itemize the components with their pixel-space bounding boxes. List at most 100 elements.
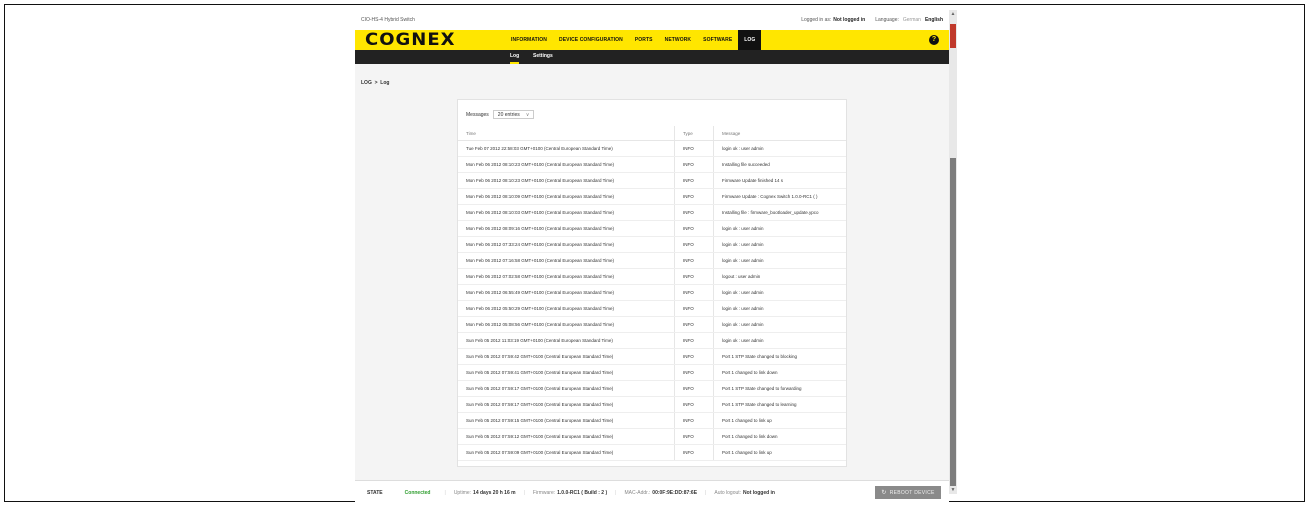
log-message-cell: Port 1 changed to link down bbox=[713, 428, 846, 445]
log-time-cell: Mon Feb 06 2012 08:10:23 GMT+0100 (Centr… bbox=[458, 156, 675, 173]
log-type-cell: INFO bbox=[674, 380, 714, 397]
refresh-icon: ↻ bbox=[881, 490, 887, 496]
reboot-device-button[interactable]: ↻ REBOOT DEVICE bbox=[875, 486, 941, 499]
header-time[interactable]: Time bbox=[458, 126, 675, 141]
mac-value: 00:0F:9E:DD:87:6E bbox=[652, 489, 698, 496]
table-row: Sun Feb 05 2012 07:59:09 GMT+0100 (Centr… bbox=[458, 444, 846, 461]
log-time-cell: Sun Feb 05 2012 07:59:42 GMT+0100 (Centr… bbox=[458, 348, 675, 365]
table-row: Mon Feb 06 2012 07:16:58 GMT+0100 (Centr… bbox=[458, 252, 846, 269]
separator: | bbox=[615, 489, 617, 496]
scroll-up-icon[interactable]: ▲ bbox=[949, 10, 957, 18]
nav-log[interactable]: LOG bbox=[738, 30, 762, 50]
log-message-cell: login ok : user admin bbox=[713, 140, 846, 157]
log-time-cell: Mon Feb 06 2012 08:09:16 GMT+0100 (Centr… bbox=[458, 220, 675, 237]
app-window: CIO-HS-4 Hybrid Switch Logged in as: Not… bbox=[355, 10, 949, 504]
log-panel: Messages 20 entries ∨ Time Type Message … bbox=[457, 99, 847, 467]
log-time-cell: Sun Feb 05 2012 11:03:19 GMT+0100 (Centr… bbox=[458, 332, 675, 349]
nav-device-configuration[interactable]: DEVICE CONFIGURATION bbox=[553, 30, 629, 50]
table-row: Mon Feb 06 2012 05:08:56 GMT+0100 (Centr… bbox=[458, 316, 846, 333]
table-row: Sun Feb 05 2012 07:59:17 GMT+0100 (Centr… bbox=[458, 380, 846, 397]
messages-count-select[interactable]: 20 entries ∨ bbox=[492, 110, 535, 119]
table-row: Mon Feb 06 2012 08:10:09 GMT+0100 (Centr… bbox=[458, 188, 846, 205]
uptime-label: Uptime: bbox=[453, 489, 472, 496]
log-time-cell: Mon Feb 06 2012 05:50:29 GMT+0100 (Centr… bbox=[458, 300, 675, 317]
log-message-cell: login ok : user admin bbox=[713, 332, 846, 349]
log-time-cell: Mon Feb 06 2012 08:10:09 GMT+0100 (Centr… bbox=[458, 188, 675, 205]
language-label: Language: bbox=[875, 17, 899, 23]
table-row: Mon Feb 06 2012 07:33:24 GMT+0100 (Centr… bbox=[458, 236, 846, 253]
log-message-cell: logout : user admin bbox=[713, 268, 846, 285]
log-time-cell: Sun Feb 05 2012 07:59:09 GMT+0100 (Centr… bbox=[458, 444, 675, 461]
table-row: Mon Feb 06 2012 08:09:16 GMT+0100 (Centr… bbox=[458, 220, 846, 237]
sub-nav: Log Settings bbox=[355, 50, 949, 64]
log-time-cell: Mon Feb 06 2012 08:10:03 GMT+0100 (Centr… bbox=[458, 204, 675, 221]
log-time-cell: Mon Feb 06 2012 06:55:49 GMT+0100 (Centr… bbox=[458, 284, 675, 301]
table-header-row: Time Type Message bbox=[458, 126, 846, 141]
help-icon[interactable]: ? bbox=[929, 35, 939, 45]
uptime-value: 14 days 20 h 16 m bbox=[473, 489, 516, 496]
table-row: Mon Feb 06 2012 08:10:23 GMT+0100 (Centr… bbox=[458, 156, 846, 173]
log-type-cell: INFO bbox=[674, 428, 714, 445]
messages-count-value: 20 entries bbox=[497, 111, 520, 118]
header-message[interactable]: Message bbox=[713, 126, 846, 141]
log-type-cell: INFO bbox=[674, 236, 714, 253]
log-message-cell: Port 1 changed to link up bbox=[713, 412, 846, 429]
log-message-cell: login ok : user admin bbox=[713, 300, 846, 317]
log-time-cell: Sun Feb 05 2012 07:59:15 GMT+0100 (Centr… bbox=[458, 412, 675, 429]
logged-in-value[interactable]: Not logged in bbox=[833, 17, 865, 23]
log-message-cell: Port 1 STP State changed to forwarding bbox=[713, 380, 846, 397]
table-row: Sun Feb 05 2012 07:59:17 GMT+0100 (Centr… bbox=[458, 396, 846, 413]
subtab-settings[interactable]: Settings bbox=[533, 50, 553, 64]
nav-information[interactable]: INFORMATION bbox=[505, 30, 553, 50]
log-time-cell: Sun Feb 05 2012 07:59:41 GMT+0100 (Centr… bbox=[458, 364, 675, 381]
table-row: Mon Feb 06 2012 07:02:58 GMT+0100 (Centr… bbox=[458, 268, 846, 285]
nav-ports[interactable]: PORTS bbox=[629, 30, 659, 50]
state-label: STATE bbox=[367, 489, 383, 496]
log-message-cell: login ok : user admin bbox=[713, 252, 846, 269]
table-row: Sun Feb 05 2012 07:59:42 GMT+0100 (Centr… bbox=[458, 348, 846, 365]
log-time-cell: Mon Feb 06 2012 07:02:58 GMT+0100 (Centr… bbox=[458, 268, 675, 285]
nav-items: INFORMATION DEVICE CONFIGURATION PORTS N… bbox=[505, 30, 762, 50]
autologout-label: Auto logout: bbox=[714, 489, 742, 496]
header-type[interactable]: Type bbox=[674, 126, 714, 141]
scroll-down-icon[interactable]: ▼ bbox=[949, 486, 957, 494]
log-type-cell: INFO bbox=[674, 252, 714, 269]
firmware-value: 1.0.0-RC1 ( Build : 2 ) bbox=[557, 489, 608, 496]
log-type-cell: INFO bbox=[674, 220, 714, 237]
log-time-cell: Sun Feb 05 2012 07:59:12 GMT+0100 (Centr… bbox=[458, 428, 675, 445]
log-time-cell: Tue Feb 07 2012 22:58:03 GMT+0100 (Centr… bbox=[458, 140, 675, 157]
nav-software[interactable]: SOFTWARE bbox=[697, 30, 738, 50]
page-scrollbar[interactable]: ▲ ▼ bbox=[949, 10, 957, 494]
log-message-cell: Firmware Update finished 14 s bbox=[713, 172, 846, 189]
chevron-down-icon: ∨ bbox=[525, 111, 530, 118]
log-type-cell: INFO bbox=[674, 444, 714, 461]
log-type-cell: INFO bbox=[674, 156, 714, 173]
table-row: Tue Feb 07 2012 22:58:03 GMT+0100 (Centr… bbox=[458, 140, 846, 157]
connection-status: Connected bbox=[404, 489, 431, 496]
log-type-cell: INFO bbox=[674, 348, 714, 365]
subtab-log[interactable]: Log bbox=[510, 50, 520, 64]
table-row: Mon Feb 06 2012 08:10:23 GMT+0100 (Centr… bbox=[458, 172, 846, 189]
log-type-cell: INFO bbox=[674, 172, 714, 189]
table-row: Mon Feb 06 2012 05:50:29 GMT+0100 (Centr… bbox=[458, 300, 846, 317]
log-message-cell: Port 1 STP State changed to learning bbox=[713, 396, 846, 413]
logged-in-label: Logged in as: bbox=[801, 17, 832, 23]
log-type-cell: INFO bbox=[674, 140, 714, 157]
log-type-cell: INFO bbox=[674, 396, 714, 413]
log-table: Time Type Message Tue Feb 07 2012 22:58:… bbox=[458, 126, 846, 461]
separator: | bbox=[444, 489, 446, 496]
nav-network[interactable]: NETWORK bbox=[659, 30, 698, 50]
log-message-cell: Port 1 changed to link down bbox=[713, 364, 846, 381]
table-row: Sun Feb 05 2012 11:03:19 GMT+0100 (Centr… bbox=[458, 332, 846, 349]
log-type-cell: INFO bbox=[674, 364, 714, 381]
scroll-thumb[interactable] bbox=[950, 158, 956, 486]
mac-address: MAC-Addr.: 00:0F:9E:DD:87:6E bbox=[620, 490, 701, 496]
language-english[interactable]: English bbox=[925, 17, 943, 23]
table-row: Mon Feb 06 2012 08:10:03 GMT+0100 (Centr… bbox=[458, 204, 846, 221]
status-bar: STATE Connected | Uptime: 14 days 20 h 16… bbox=[355, 480, 949, 504]
language-german[interactable]: German bbox=[903, 17, 921, 23]
log-time-cell: Mon Feb 06 2012 05:08:56 GMT+0100 (Centr… bbox=[458, 316, 675, 333]
top-info-bar: CIO-HS-4 Hybrid Switch Logged in as: Not… bbox=[355, 10, 949, 30]
table-row: Sun Feb 05 2012 07:59:41 GMT+0100 (Centr… bbox=[458, 364, 846, 381]
log-message-cell: Installing file : firmware_bootloader_up… bbox=[713, 204, 846, 221]
